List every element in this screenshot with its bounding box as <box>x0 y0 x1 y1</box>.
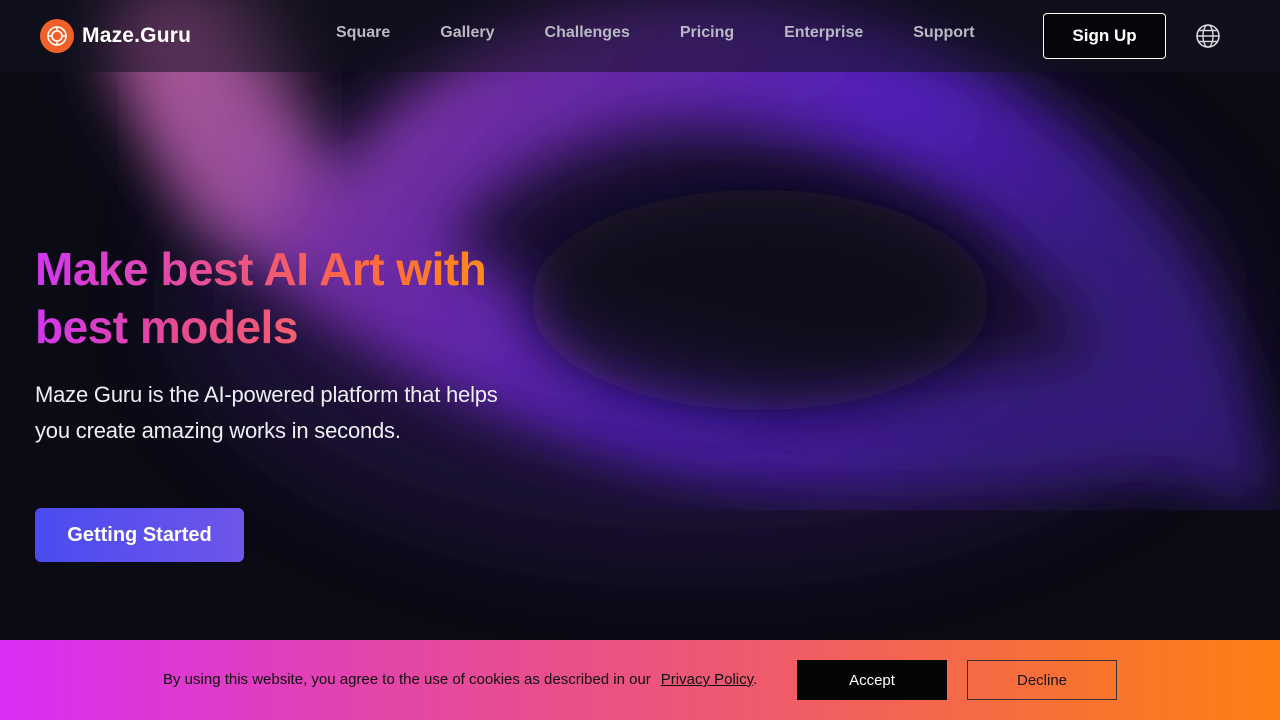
nav-item-gallery[interactable]: Gallery <box>440 24 494 42</box>
nav-item-support[interactable]: Support <box>913 24 974 42</box>
nav-item-enterprise[interactable]: Enterprise <box>784 24 863 42</box>
cookie-message: By using this website, you agree to the … <box>163 671 757 688</box>
privacy-policy-link[interactable]: Privacy Policy <box>661 671 753 688</box>
brand-logo[interactable]: Maze.Guru <box>40 19 191 53</box>
top-navigation-bar: Maze.Guru Square Gallery Challenges Pric… <box>0 0 1280 72</box>
globe-icon[interactable] <box>1195 23 1221 49</box>
page: Maze.Guru Square Gallery Challenges Pric… <box>0 0 1280 720</box>
hero-title-line-2: best models <box>35 301 298 353</box>
hero-title: Make best AI Art with best models <box>35 240 595 356</box>
accept-cookies-button[interactable]: Accept <box>797 660 947 700</box>
nav-item-square[interactable]: Square <box>336 24 390 42</box>
hero-title-line-1: Make best AI Art with <box>35 243 487 295</box>
main-nav: Square Gallery Challenges Pricing Enterp… <box>336 24 1025 42</box>
hero-background-swirl <box>0 0 1280 720</box>
logo-icon <box>40 19 74 53</box>
cookie-consent-bar: By using this website, you agree to the … <box>0 640 1280 720</box>
cookie-message-text: By using this website, you agree to the … <box>163 671 651 688</box>
nav-item-pricing[interactable]: Pricing <box>680 24 734 42</box>
nav-item-challenges[interactable]: Challenges <box>545 24 630 42</box>
sign-up-button[interactable]: Sign Up <box>1043 13 1166 59</box>
hero-subtitle: Maze Guru is the AI-powered platform tha… <box>35 377 545 449</box>
cookie-message-period: . <box>753 671 758 688</box>
hero-subtitle-line-1: Maze Guru is the AI-powered platform tha… <box>35 382 498 407</box>
hero-subtitle-line-2: you create amazing works in seconds. <box>35 418 401 443</box>
decline-cookies-button[interactable]: Decline <box>967 660 1117 700</box>
getting-started-button[interactable]: Getting Started <box>35 508 244 562</box>
logo-text: Maze.Guru <box>82 24 192 47</box>
